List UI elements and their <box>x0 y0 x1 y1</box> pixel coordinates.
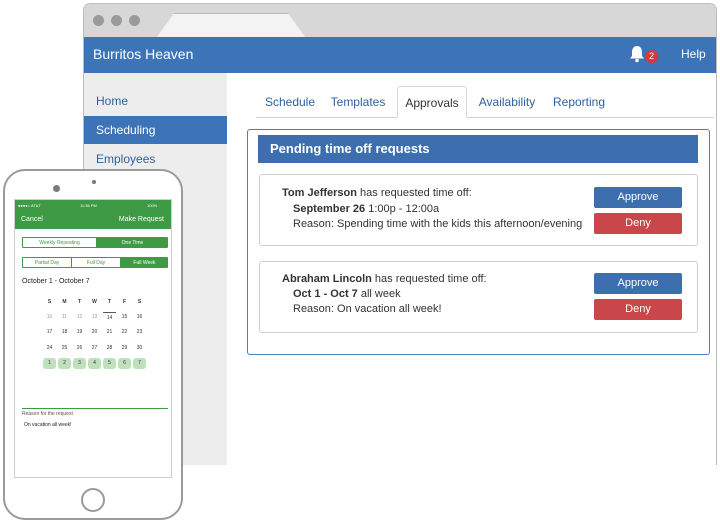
request-reason: Reason: On vacation all week! <box>293 303 442 315</box>
tab-reporting[interactable]: Reporting <box>547 86 611 118</box>
carrier-text: ●●●●○ AT&T <box>18 203 41 208</box>
seg-one-time[interactable]: One Time <box>96 238 167 247</box>
browser-chrome <box>84 4 716 38</box>
request-date: Oct 1 - Oct 7 <box>293 288 358 300</box>
tab-schedule[interactable]: Schedule <box>260 86 320 118</box>
calendar-day[interactable]: 21 <box>103 327 116 338</box>
calendar-day[interactable]: 23 <box>133 327 146 338</box>
make-request-button[interactable]: Make Request <box>119 216 164 223</box>
calendar-day-selected[interactable]: 4 <box>88 358 101 369</box>
dow-label: M <box>62 299 67 305</box>
seg-weekly-repeating[interactable]: Weekly Repeating <box>23 238 96 247</box>
approve-button[interactable]: Approve <box>594 187 682 208</box>
date-range: October 1 - October 7 <box>22 278 90 285</box>
deny-button[interactable]: Deny <box>594 213 682 234</box>
request-date-line: September 26 1:00p - 12:00a <box>293 203 439 215</box>
speaker-dot <box>92 180 96 184</box>
calendar-day[interactable]: 17 <box>43 327 56 338</box>
calendar-day[interactable]: 15 <box>118 312 131 323</box>
panel-title: Pending time off requests <box>258 135 698 163</box>
calendar-day[interactable]: 28 <box>103 343 116 354</box>
brand-title[interactable]: Burritos Heaven <box>93 46 193 62</box>
calendar-day-selected[interactable]: 5 <box>103 358 116 369</box>
calendar-day[interactable]: 29 <box>118 343 131 354</box>
calendar-day[interactable]: 10 <box>43 312 56 323</box>
dow-label: S <box>137 299 142 305</box>
calendar-day[interactable]: 16 <box>133 312 146 323</box>
help-link[interactable]: Help <box>681 47 706 61</box>
request-card: Tom Jefferson has requested time off: Se… <box>259 174 698 246</box>
duration-segmented-control: Partial Day Full Day Full Week <box>22 257 168 268</box>
calendar-day[interactable]: 25 <box>58 343 71 354</box>
pending-requests-panel: Pending time off requests Tom Jefferson … <box>247 129 710 355</box>
calendar-day-selected[interactable]: 7 <box>133 358 146 369</box>
request-reason: Reason: Spending time with the kids this… <box>293 218 583 230</box>
seg-full-week[interactable]: Full Week <box>120 258 167 267</box>
deny-button[interactable]: Deny <box>594 299 682 320</box>
request-header: Abraham Lincoln has requested time off: <box>282 273 487 285</box>
calendar-day[interactable]: 13 <box>88 312 101 323</box>
camera-dot <box>53 185 60 192</box>
dow-label: F <box>122 299 127 305</box>
calendar-day-today[interactable]: 14 <box>103 312 116 323</box>
reason-label: Reason for the request <box>22 411 73 417</box>
tab-approvals[interactable]: Approvals <box>397 86 467 118</box>
request-action-text: has requested time off: <box>371 273 487 285</box>
calendar-day[interactable]: 11 <box>58 312 71 323</box>
seg-partial-day[interactable]: Partial Day <box>23 258 71 267</box>
requester-name: Tom Jefferson <box>282 187 357 199</box>
calendar-day[interactable]: 20 <box>88 327 101 338</box>
window-close-dot[interactable] <box>93 15 104 26</box>
request-action-text: has requested time off: <box>356 187 472 199</box>
window-maximize-dot[interactable] <box>129 15 140 26</box>
calendar-day-selected[interactable]: 3 <box>73 358 86 369</box>
phone-screen: ●●●●○ AT&T 11:36 PM 100% Cancel Make Req… <box>14 199 172 478</box>
notification-badge: 2 <box>645 50 658 63</box>
tab-availability[interactable]: Availability <box>473 86 541 118</box>
calendar-day-selected[interactable]: 2 <box>58 358 71 369</box>
cancel-button[interactable]: Cancel <box>21 216 43 223</box>
calendar-day[interactable]: 19 <box>73 327 86 338</box>
dow-label: W <box>92 299 97 305</box>
phone-device: ●●●●○ AT&T 11:36 PM 100% Cancel Make Req… <box>3 169 183 520</box>
reason-divider <box>22 408 168 409</box>
sidebar-item-scheduling[interactable]: Scheduling <box>84 116 227 144</box>
reason-input[interactable]: On vacation all week! <box>24 422 72 428</box>
calendar-day[interactable]: 12 <box>73 312 86 323</box>
calendar-day-selected[interactable]: 6 <box>118 358 131 369</box>
calendar-day[interactable]: 30 <box>133 343 146 354</box>
dow-label: T <box>77 299 82 305</box>
request-time: all week <box>357 288 401 300</box>
calendar-day[interactable]: 22 <box>118 327 131 338</box>
repeat-segmented-control: Weekly Repeating One Time <box>22 237 168 248</box>
request-date-line: Oct 1 - Oct 7 all week <box>293 288 401 300</box>
browser-tab-fill <box>157 14 305 38</box>
tab-templates[interactable]: Templates <box>328 86 388 118</box>
tab-bar: Schedule Templates Approvals Availabilit… <box>256 86 714 118</box>
calendar-day[interactable]: 24 <box>43 343 56 354</box>
home-button[interactable] <box>81 488 105 512</box>
approve-button[interactable]: Approve <box>594 273 682 294</box>
calendar-day[interactable]: 18 <box>58 327 71 338</box>
dow-label: S <box>47 299 52 305</box>
bell-icon[interactable] <box>629 45 645 63</box>
dow-label: T <box>107 299 112 305</box>
request-date: September 26 <box>293 203 366 215</box>
request-card: Abraham Lincoln has requested time off: … <box>259 261 698 333</box>
app-header: Burritos Heaven 2 Help <box>84 37 716 73</box>
calendar-day-selected[interactable]: 1 <box>43 358 56 369</box>
request-time: 1:00p - 12:00a <box>365 203 440 215</box>
battery-text: 100% <box>147 203 158 208</box>
calendar-day[interactable]: 26 <box>73 343 86 354</box>
status-bar: ●●●●○ AT&T 11:36 PM 100% <box>15 200 171 210</box>
phone-nav-bar: Cancel Make Request <box>15 210 171 229</box>
calendar-day[interactable]: 27 <box>88 343 101 354</box>
sidebar-item-home[interactable]: Home <box>84 87 227 115</box>
request-header: Tom Jefferson has requested time off: <box>282 187 472 199</box>
requester-name: Abraham Lincoln <box>282 273 372 285</box>
window-minimize-dot[interactable] <box>111 15 122 26</box>
status-time: 11:36 PM <box>80 203 97 208</box>
seg-full-day[interactable]: Full Day <box>72 258 120 267</box>
